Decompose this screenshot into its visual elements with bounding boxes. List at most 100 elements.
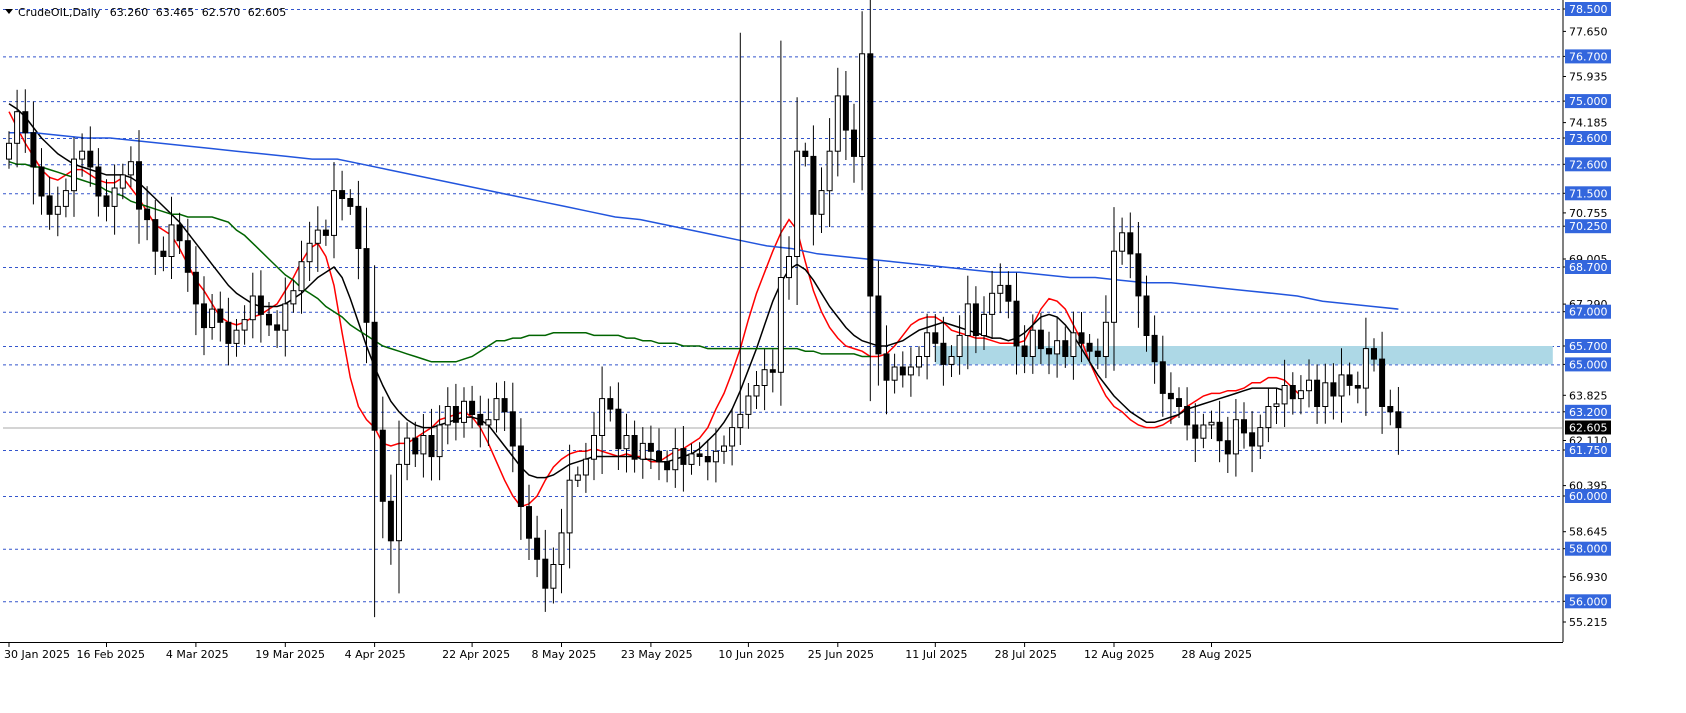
candle (810, 125, 817, 246)
candle-body (712, 450, 719, 463)
candle (469, 385, 476, 429)
candle (1054, 316, 1061, 378)
candle-body (1143, 295, 1150, 336)
symbol-label: CrudeOIL,Daily (18, 6, 101, 19)
high-value: 63.465 (156, 6, 195, 19)
candle (558, 508, 565, 594)
candle (639, 427, 646, 479)
candle-body (493, 398, 500, 421)
candle (428, 408, 435, 481)
candle-body (485, 419, 492, 426)
candle-body (298, 261, 305, 292)
candle-body (1070, 332, 1077, 357)
candle (1322, 363, 1329, 424)
candle-body (274, 324, 281, 331)
candle (404, 422, 411, 481)
candle (851, 103, 857, 183)
candle-body (802, 150, 809, 157)
candle (1143, 275, 1150, 352)
candle (241, 305, 248, 345)
candle-body (1021, 345, 1028, 357)
candle-body (257, 295, 264, 315)
candle (786, 236, 792, 300)
candle-body (1046, 348, 1052, 355)
candle (38, 148, 45, 215)
candle (1265, 388, 1272, 443)
candle-body (1037, 329, 1044, 350)
candle (46, 176, 53, 230)
candle-body (1054, 340, 1061, 355)
candle-body (883, 353, 890, 381)
candle (891, 353, 898, 394)
candle-body (964, 303, 971, 336)
candle-body (371, 321, 378, 431)
candle-body (1314, 379, 1321, 408)
candle-body (331, 190, 337, 236)
candle (95, 148, 102, 217)
candle (461, 387, 467, 438)
candle (87, 126, 94, 187)
candle (249, 272, 256, 339)
candle (534, 515, 541, 578)
candle (493, 382, 500, 433)
candle-body (542, 558, 549, 589)
dropdown-triangle-icon[interactable] (5, 9, 13, 14)
candle (160, 236, 167, 272)
candle (1354, 371, 1361, 404)
candle (1330, 363, 1337, 420)
candle (989, 270, 996, 339)
candle (1102, 295, 1109, 379)
support-zone (935, 346, 1553, 365)
moving-average-lines (8, 103, 1399, 508)
candle (761, 349, 768, 411)
candle (355, 180, 362, 280)
candle-body (436, 424, 443, 458)
candle (623, 413, 630, 473)
level-price-tag: 67.000 (1565, 304, 1611, 319)
candle (412, 421, 419, 467)
date-label: 12 Aug 2025 (1084, 648, 1154, 661)
candle (907, 347, 914, 397)
level-price-tag: 78.500 (1565, 2, 1611, 16)
candle-body (420, 435, 427, 455)
candle-body (761, 369, 768, 387)
candle (257, 270, 264, 343)
level-price-tag: 60.000 (1565, 489, 1611, 503)
candle-body (469, 400, 476, 415)
candle (704, 439, 711, 481)
candle (436, 405, 443, 481)
candle (1281, 359, 1288, 427)
candle-body (599, 398, 606, 437)
candle-body (517, 445, 524, 507)
level-tag-label: 72.600 (1569, 158, 1608, 171)
candle (1005, 271, 1012, 319)
candle-body (1379, 358, 1386, 408)
candle-body (54, 205, 61, 215)
level-tag-label: 58.000 (1569, 543, 1608, 556)
price-label: 77.650 (1569, 25, 1608, 38)
candle (379, 396, 386, 539)
candle-body (444, 406, 451, 426)
candle-body (656, 450, 662, 463)
date-label: 28 Jul 2025 (995, 648, 1057, 661)
candle-body (1184, 406, 1191, 426)
candle (1395, 387, 1402, 455)
candle (550, 547, 557, 604)
candle-body (1119, 232, 1126, 252)
candle (477, 395, 484, 448)
candle (387, 474, 394, 565)
candle-body (1306, 379, 1312, 392)
date-label: 22 Apr 2025 (442, 648, 510, 661)
candle-body (1249, 432, 1256, 447)
candle-body (1322, 382, 1329, 407)
candle (696, 442, 703, 466)
candle-body (1297, 390, 1304, 400)
candle-body (810, 155, 817, 215)
candle-body (266, 313, 272, 326)
candle (712, 428, 719, 483)
candle (875, 260, 882, 386)
candle-body (647, 442, 654, 452)
candle (1021, 325, 1028, 374)
candle-body (851, 129, 857, 157)
price-label: 75.935 (1569, 71, 1608, 84)
